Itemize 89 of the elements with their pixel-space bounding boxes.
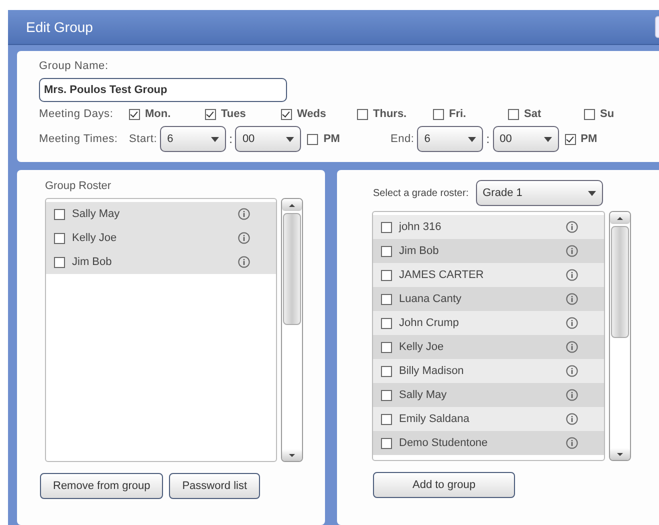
checkbox-icon xyxy=(205,108,216,120)
time-separator: : xyxy=(486,132,490,146)
info-icon[interactable] xyxy=(566,317,578,329)
caret-icon xyxy=(286,136,294,142)
checkbox-icon xyxy=(54,256,65,268)
info-icon[interactable] xyxy=(566,437,578,449)
checkbox-icon xyxy=(584,108,595,120)
checkbox-icon xyxy=(433,108,444,120)
student-row[interactable]: Jim Bob xyxy=(46,250,276,274)
caret-icon xyxy=(544,136,552,142)
info-icon[interactable] xyxy=(238,256,250,268)
time-label: End: xyxy=(390,133,414,145)
scroll-up-icon[interactable] xyxy=(610,212,630,224)
student-row[interactable]: Emily Saldana xyxy=(373,407,604,431)
checkbox-icon xyxy=(381,342,392,352)
checkbox-icon xyxy=(381,294,392,304)
info-icon[interactable] xyxy=(238,208,250,220)
scrollbar[interactable] xyxy=(281,198,303,462)
student-row[interactable]: JAMES CARTER xyxy=(373,263,604,287)
checkbox-icon xyxy=(129,108,140,120)
checkbox-icon xyxy=(381,366,392,376)
checkbox-icon xyxy=(381,438,392,448)
student-row[interactable]: Kelly Joe xyxy=(46,226,276,250)
student-row[interactable]: Sally May xyxy=(373,383,604,407)
time-separator: : xyxy=(229,132,232,146)
grade-roster-label: Select a grade roster: xyxy=(373,188,469,198)
group-roster-title: Group Roster xyxy=(45,180,112,192)
checkbox-icon xyxy=(54,208,65,220)
checkbox-icon xyxy=(381,318,392,328)
student-row[interactable]: Billy Madison xyxy=(373,359,604,383)
student-row[interactable]: John Crump xyxy=(373,311,604,335)
scroll-up-icon[interactable] xyxy=(282,199,302,211)
info-icon[interactable] xyxy=(566,341,578,353)
caret-icon xyxy=(588,190,596,196)
hour-dropdown[interactable]: 6 xyxy=(160,126,226,152)
info-icon[interactable] xyxy=(566,293,578,305)
info-icon[interactable] xyxy=(566,413,578,425)
scroll-thumb[interactable] xyxy=(283,213,301,325)
info-icon[interactable] xyxy=(566,269,578,281)
meeting-days-label: Meeting Days: xyxy=(39,108,114,120)
scrollbar[interactable] xyxy=(609,211,631,461)
day-checkbox[interactable]: Tues xyxy=(205,108,281,120)
checkbox-icon xyxy=(508,108,519,120)
student-row[interactable]: Demo Studentone xyxy=(373,431,604,455)
caret-icon xyxy=(468,136,476,142)
pm-checkbox[interactable]: PM xyxy=(564,133,640,145)
scroll-down-icon[interactable] xyxy=(282,449,302,461)
checkbox-icon xyxy=(381,222,392,232)
student-row[interactable]: Sally May xyxy=(46,202,276,226)
day-checkbox[interactable]: Su xyxy=(584,108,659,120)
group-name-field[interactable]: Mrs. Poulos Test Group xyxy=(39,78,287,102)
student-row[interactable]: Jim Bob xyxy=(373,239,604,263)
meeting-times-label: Meeting Times: xyxy=(39,133,119,145)
minute-dropdown[interactable]: 00 xyxy=(492,126,559,152)
grade-dropdown[interactable]: Grade 1 xyxy=(476,180,603,206)
checkbox-icon xyxy=(54,232,65,244)
day-checkbox[interactable]: Thurs. xyxy=(357,108,433,120)
checkbox-icon xyxy=(381,414,392,424)
day-checkbox[interactable]: Mon. xyxy=(129,108,205,120)
checkbox-icon xyxy=(307,134,318,144)
group-name-label: Group Name: xyxy=(39,60,110,72)
info-icon[interactable] xyxy=(566,389,578,401)
day-checkbox[interactable]: Weds xyxy=(281,108,357,120)
scroll-thumb[interactable] xyxy=(611,226,629,338)
day-checkbox[interactable]: Fri. xyxy=(433,108,508,120)
hour-dropdown[interactable]: 6 xyxy=(417,126,484,152)
student-row[interactable]: john 316 xyxy=(373,215,604,239)
add-to-group-button[interactable]: Add to group xyxy=(373,472,515,498)
checkbox-icon xyxy=(281,108,292,120)
info-icon[interactable] xyxy=(238,232,250,244)
checkbox-icon xyxy=(357,108,368,120)
day-checkbox[interactable]: Sat xyxy=(508,108,584,120)
time-label: Start: xyxy=(129,133,158,145)
checkbox-icon xyxy=(381,246,392,256)
info-icon[interactable] xyxy=(566,365,578,377)
window-title: Edit Group xyxy=(26,19,93,35)
action-button[interactable]: Remove from group xyxy=(40,473,164,499)
info-icon[interactable] xyxy=(566,221,578,233)
student-row[interactable]: Kelly Joe xyxy=(373,335,604,359)
checkbox-icon xyxy=(381,390,392,400)
student-row[interactable]: Luana Canty xyxy=(373,287,604,311)
scroll-down-icon[interactable] xyxy=(610,448,630,460)
checkbox-icon xyxy=(381,270,392,280)
pm-checkbox[interactable]: PM xyxy=(307,133,382,145)
info-icon[interactable] xyxy=(566,245,578,257)
checkbox-icon xyxy=(564,134,576,144)
action-button[interactable]: Password list xyxy=(169,473,260,499)
caret-icon xyxy=(211,136,220,142)
minute-dropdown[interactable]: 00 xyxy=(235,126,302,152)
